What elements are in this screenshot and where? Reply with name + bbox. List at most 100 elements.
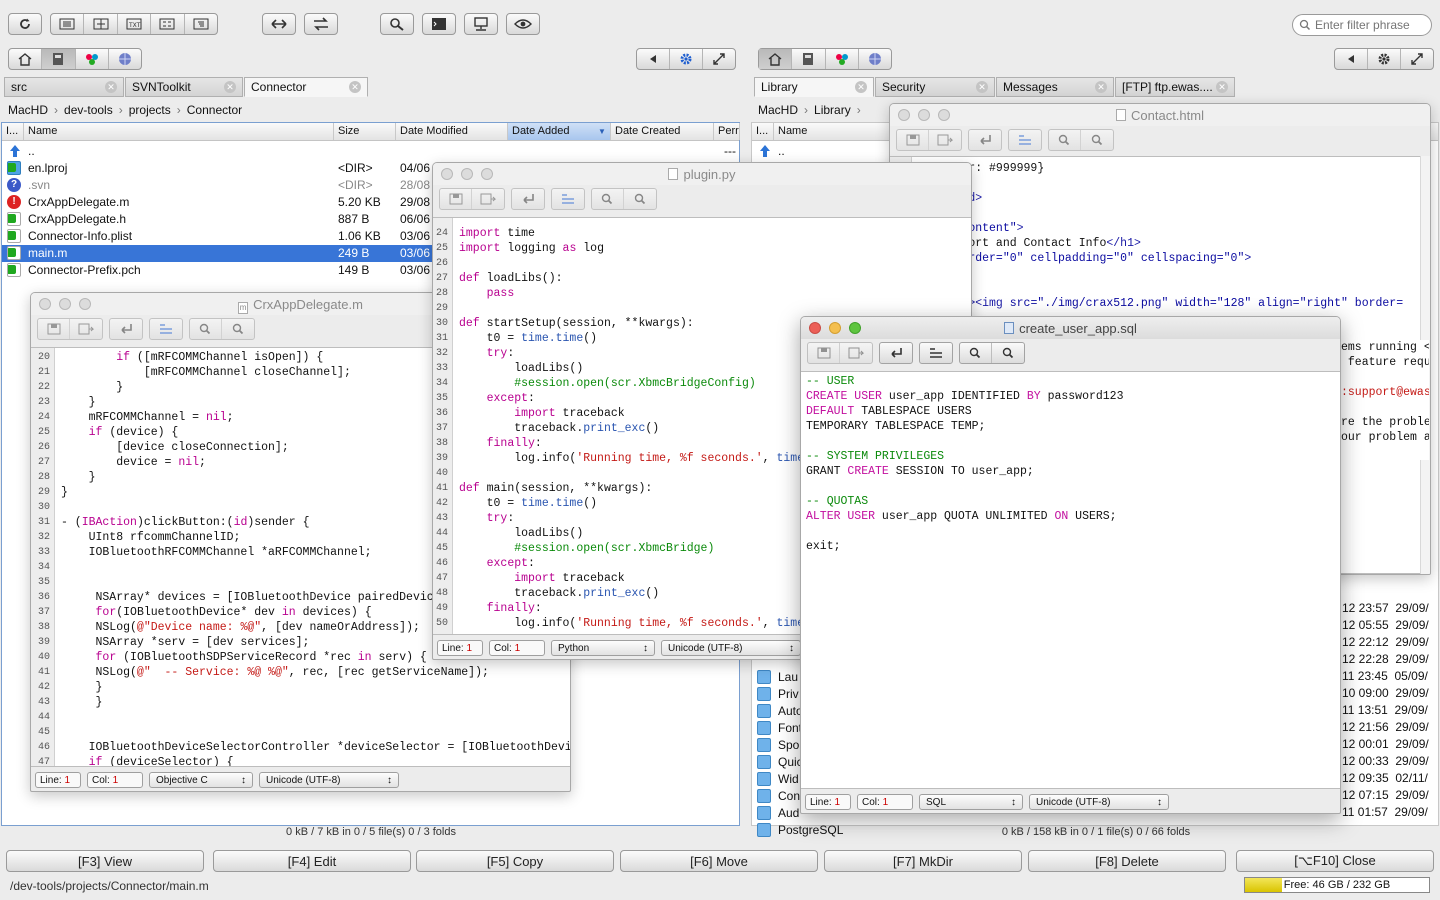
right-back-button[interactable] bbox=[1335, 49, 1368, 69]
save-button[interactable] bbox=[440, 189, 472, 209]
filter-field[interactable] bbox=[1292, 14, 1432, 36]
close-icon[interactable]: ✕ bbox=[976, 81, 988, 93]
breadcrumb-item[interactable]: Library bbox=[814, 103, 851, 117]
word-wrap-button[interactable] bbox=[110, 319, 142, 339]
close-window-button[interactable] bbox=[39, 298, 51, 310]
f7-mkdir-button[interactable]: [F7] MkDir bbox=[824, 850, 1022, 872]
view-full-button[interactable] bbox=[84, 14, 118, 34]
breadcrumb-item[interactable]: MacHD bbox=[8, 103, 48, 117]
globe-button[interactable] bbox=[859, 49, 891, 69]
f5-copy-button[interactable]: [F5] Copy bbox=[416, 850, 614, 872]
f4-edit-button[interactable]: [F4] Edit bbox=[213, 850, 411, 872]
right-expand-button[interactable] bbox=[1401, 49, 1433, 69]
f3-view-button[interactable]: [F3] View bbox=[6, 850, 204, 872]
save-as-button[interactable] bbox=[472, 189, 504, 209]
word-wrap-button[interactable] bbox=[512, 189, 544, 209]
save-button[interactable] bbox=[808, 343, 840, 363]
swap-panels-button[interactable] bbox=[262, 13, 296, 35]
right-settings-button[interactable] bbox=[1368, 49, 1401, 69]
tab-library[interactable]: Library ✕ bbox=[754, 77, 874, 97]
language-select[interactable]: Python ↕ bbox=[551, 640, 655, 656]
disk-button[interactable] bbox=[42, 49, 76, 69]
zoom-window-button[interactable] bbox=[79, 298, 91, 310]
home-button[interactable] bbox=[9, 49, 43, 69]
close-icon[interactable]: ✕ bbox=[349, 81, 361, 93]
close-window-button[interactable] bbox=[809, 322, 821, 334]
tab-messages[interactable]: Messages ✕ bbox=[996, 77, 1114, 97]
encoding-select[interactable]: Unicode (UTF-8) ↕ bbox=[661, 640, 801, 656]
save-as-button[interactable] bbox=[929, 130, 961, 150]
left-back-button[interactable] bbox=[637, 49, 670, 69]
refresh-button[interactable] bbox=[8, 13, 42, 35]
minimize-window-button[interactable] bbox=[461, 168, 473, 180]
sql-window[interactable]: create_user_app.sql -- USER CREATE USER u… bbox=[800, 316, 1341, 814]
word-wrap-button[interactable] bbox=[969, 130, 1001, 150]
search-button[interactable] bbox=[380, 13, 414, 35]
encoding-select[interactable]: Unicode (UTF-8) ↕ bbox=[1029, 794, 1169, 810]
disk-button[interactable] bbox=[792, 49, 826, 69]
col-date-added[interactable]: Date Added bbox=[508, 123, 611, 140]
col-date-created[interactable]: Date Created bbox=[611, 123, 714, 140]
filter-input[interactable] bbox=[1315, 18, 1425, 32]
code-editor[interactable]: -- USER CREATE USER user_app IDENTIFIED B… bbox=[801, 371, 1340, 789]
save-as-button[interactable] bbox=[840, 343, 872, 363]
indent-button[interactable] bbox=[150, 319, 182, 339]
tab-src[interactable]: src ✕ bbox=[4, 77, 124, 97]
indent-button[interactable] bbox=[920, 343, 952, 363]
col-date-modified[interactable]: Date Modified bbox=[396, 123, 508, 140]
view-tree-button[interactable] bbox=[185, 14, 217, 34]
find-button[interactable] bbox=[592, 189, 624, 209]
find-button[interactable] bbox=[190, 319, 222, 339]
find-button[interactable] bbox=[960, 343, 992, 363]
zoom-window-button[interactable] bbox=[481, 168, 493, 180]
network-volumes-button[interactable] bbox=[826, 49, 859, 69]
breadcrumb-item[interactable]: dev-tools bbox=[64, 103, 113, 117]
breadcrumb-item[interactable]: projects bbox=[129, 103, 171, 117]
view-compare-button[interactable] bbox=[151, 14, 185, 34]
language-select[interactable]: SQL ↕ bbox=[919, 794, 1023, 810]
close-window-button[interactable] bbox=[898, 109, 910, 121]
globe-button[interactable] bbox=[109, 49, 141, 69]
col-name[interactable]: Name bbox=[24, 123, 334, 140]
col-icon[interactable]: I... bbox=[2, 123, 24, 140]
window-titlebar[interactable]: Contact.html bbox=[890, 104, 1430, 126]
f6-move-button[interactable]: [F6] Move bbox=[620, 850, 818, 872]
find-next-button[interactable] bbox=[1081, 130, 1113, 150]
minimize-window-button[interactable] bbox=[829, 322, 841, 334]
tab-connector[interactable]: Connector ✕ bbox=[244, 77, 368, 97]
minimize-window-button[interactable] bbox=[59, 298, 71, 310]
close-icon[interactable]: ✕ bbox=[1095, 81, 1107, 93]
close-window-button[interactable] bbox=[441, 168, 453, 180]
save-as-button[interactable] bbox=[70, 319, 102, 339]
sync-panels-button[interactable] bbox=[304, 13, 338, 35]
minimize-window-button[interactable] bbox=[918, 109, 930, 121]
terminal-button[interactable] bbox=[422, 13, 456, 35]
view-brief-button[interactable] bbox=[51, 14, 85, 34]
col-name[interactable]: Name bbox=[774, 123, 894, 140]
network-button[interactable] bbox=[464, 13, 498, 35]
zoom-window-button[interactable] bbox=[938, 109, 950, 121]
tab-security[interactable]: Security ✕ bbox=[875, 77, 995, 97]
close-icon[interactable]: ✕ bbox=[224, 81, 236, 93]
close-icon[interactable]: ✕ bbox=[105, 81, 117, 93]
breadcrumb-item[interactable]: Connector bbox=[187, 103, 242, 117]
col-size[interactable]: Size bbox=[334, 123, 396, 140]
left-settings-button[interactable] bbox=[670, 49, 703, 69]
close-icon[interactable]: ✕ bbox=[855, 81, 867, 93]
network-volumes-button[interactable] bbox=[76, 49, 109, 69]
col-permissions[interactable]: Perr bbox=[714, 123, 740, 140]
find-next-button[interactable] bbox=[222, 319, 254, 339]
f8-delete-button[interactable]: [F8] Delete bbox=[1028, 850, 1226, 872]
col-icon[interactable]: I... bbox=[752, 123, 774, 140]
view-text-button[interactable]: TXT bbox=[118, 14, 152, 34]
find-next-button[interactable] bbox=[992, 343, 1024, 363]
find-button[interactable] bbox=[1049, 130, 1081, 150]
window-titlebar[interactable]: plugin.py bbox=[433, 163, 971, 185]
find-next-button[interactable] bbox=[624, 189, 656, 209]
home-button[interactable] bbox=[759, 49, 793, 69]
tab-ftp[interactable]: [FTP] ftp.ewas.... ✕ bbox=[1115, 77, 1235, 97]
f10-close-button[interactable]: [⌥F10] Close bbox=[1236, 850, 1434, 872]
table-row[interactable]: .. --- bbox=[2, 143, 739, 160]
encoding-select[interactable]: Unicode (UTF-8) ↕ bbox=[259, 772, 399, 788]
indent-button[interactable] bbox=[552, 189, 584, 209]
